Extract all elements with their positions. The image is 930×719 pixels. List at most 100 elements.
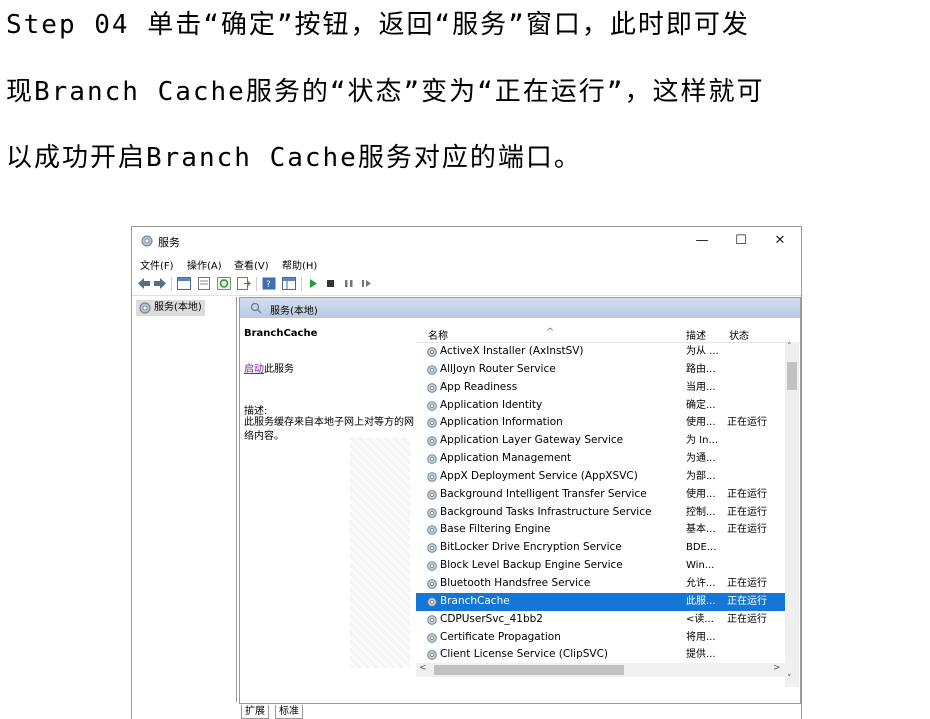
search-icon xyxy=(250,302,262,314)
services-gear-icon xyxy=(139,302,151,314)
service-row[interactable]: BitLocker Drive Encryption Service BDE... xyxy=(416,539,786,557)
scroll-right-icon[interactable]: > xyxy=(773,663,781,673)
forward-arrow-icon[interactable] xyxy=(153,277,167,290)
menu-action[interactable]: 操作(A) xyxy=(187,257,222,272)
service-description: Win... xyxy=(686,560,715,572)
service-status: 正在运行 xyxy=(727,417,767,429)
scroll-up-icon[interactable]: ˄ xyxy=(787,342,792,352)
toolbar: ? xyxy=(132,273,801,296)
show-hide-tree-icon[interactable] xyxy=(177,277,191,290)
service-name: ActiveX Installer (AxInstSV) xyxy=(440,345,584,357)
service-row[interactable]: Base Filtering Engine 基本... 正在运行 xyxy=(416,521,786,539)
column-header-name[interactable]: 名称 xyxy=(428,327,448,342)
tab-extended[interactable]: 扩展 xyxy=(241,705,269,719)
service-description: <读... xyxy=(686,613,714,625)
service-gear-icon xyxy=(427,436,437,446)
console-view-icon[interactable] xyxy=(282,277,296,290)
service-status: 正在运行 xyxy=(727,577,767,589)
service-row[interactable]: AllJoyn Router Service 路由... xyxy=(416,361,786,379)
start-service-suffix: 此服务 xyxy=(264,364,294,375)
service-description: 为通... xyxy=(686,453,716,465)
menu-view[interactable]: 查看(V) xyxy=(234,257,269,272)
start-service-icon[interactable] xyxy=(306,277,320,290)
service-row[interactable]: CDPUserSvc_41bb2 <读... 正在运行 xyxy=(416,611,786,629)
tab-standard[interactable]: 标准 xyxy=(275,705,303,719)
service-row[interactable]: Application Layer Gateway Service 为 In... xyxy=(416,432,786,450)
service-gear-icon xyxy=(427,382,437,393)
column-header-description[interactable]: 描述 xyxy=(686,327,706,342)
service-row[interactable]: Application Management 为通... xyxy=(416,450,786,468)
scroll-left-icon[interactable]: < xyxy=(419,663,427,673)
export-list-icon[interactable] xyxy=(237,277,251,290)
service-description: 为从 ... xyxy=(686,346,719,357)
service-row[interactable]: ActiveX Installer (AxInstSV) 为从 ... xyxy=(416,343,786,361)
service-row[interactable]: Certificate Propagation 将用... xyxy=(416,629,786,647)
restart-service-icon[interactable] xyxy=(360,277,374,290)
service-row[interactable]: Block Level Backup Engine Service Win... xyxy=(416,557,786,575)
start-service-link[interactable]: 启动 xyxy=(244,364,264,375)
title-bar[interactable]: 服务 — ☐ ✕ xyxy=(132,227,801,255)
toolbar-separator xyxy=(256,277,257,291)
service-description: 为部... xyxy=(686,470,716,482)
minimize-button[interactable]: — xyxy=(687,231,717,251)
details-panel: BranchCache 启动此服务 描述: 此服务缓存来自本地子网上对等方的网络… xyxy=(240,318,415,703)
service-gear-icon xyxy=(427,454,437,464)
service-gear-icon xyxy=(427,650,437,661)
service-name: Application Identity xyxy=(440,398,543,411)
service-status: 正在运行 xyxy=(727,524,767,536)
instruction-text: Step 04 单击“确定”按钮，返回“服务”窗口，此时即可发 现Branch … xyxy=(6,0,928,198)
menu-help[interactable]: 帮助(H) xyxy=(282,257,317,272)
service-name: AppX Deployment Service (AppXSVC) xyxy=(440,469,638,482)
service-description: 提供... xyxy=(686,649,716,661)
maximize-button[interactable]: ☐ xyxy=(726,231,756,251)
back-arrow-icon[interactable] xyxy=(137,277,151,290)
service-name: AllJoyn Router Service xyxy=(440,362,556,375)
service-row[interactable]: Background Tasks Infrastructure Service 控… xyxy=(416,504,786,522)
help-icon[interactable]: ? xyxy=(262,277,276,290)
column-header-status[interactable]: 状态 xyxy=(729,327,749,342)
stop-service-icon[interactable] xyxy=(324,277,338,290)
scroll-down-icon[interactable]: ˅ xyxy=(787,674,792,684)
blurred-area xyxy=(350,438,410,668)
service-row[interactable]: Application Information 使用... 正在运行 xyxy=(416,414,786,432)
properties-icon[interactable] xyxy=(197,277,211,290)
pane-header: 服务(本地) xyxy=(240,298,800,318)
pane-header-title: 服务(本地) xyxy=(270,306,318,317)
horizontal-scrollbar[interactable]: < > xyxy=(416,663,785,677)
service-description: 确定... xyxy=(686,399,716,411)
service-row[interactable]: BranchCache 此服... 正在运行 xyxy=(416,592,786,611)
toolbar-separator xyxy=(301,277,302,291)
service-gear-icon xyxy=(427,400,437,411)
column-header-row: ^ 名称 描述 状态 xyxy=(416,318,800,343)
horizontal-scroll-thumb[interactable] xyxy=(434,665,624,675)
service-name: BitLocker Drive Encryption Service xyxy=(440,541,622,554)
service-status: 正在运行 xyxy=(727,488,767,500)
vertical-scroll-thumb[interactable] xyxy=(787,362,797,390)
service-description: 为 In... xyxy=(686,435,719,447)
service-name: Application Management xyxy=(440,452,572,465)
service-row[interactable]: Application Identity 确定... xyxy=(416,397,786,415)
menu-file[interactable]: 文件(F) xyxy=(140,257,174,272)
service-row[interactable]: AppX Deployment Service (AppXSVC) 为部... xyxy=(416,468,786,486)
selected-service-name: BranchCache xyxy=(244,328,318,339)
service-name: Base Filtering Engine xyxy=(440,523,551,536)
service-gear-icon xyxy=(427,561,437,571)
pause-service-icon[interactable] xyxy=(342,277,356,290)
service-name: Bluetooth Handsfree Service xyxy=(440,576,591,589)
service-row[interactable]: App Readiness 当用... xyxy=(416,379,786,397)
service-row[interactable]: Client License Service (ClipSVC) 提供... xyxy=(416,646,786,664)
service-gear-icon xyxy=(427,347,437,357)
refresh-icon[interactable] xyxy=(217,277,231,290)
start-service-line: 启动此服务 xyxy=(244,360,294,375)
service-row[interactable]: Bluetooth Handsfree Service 允许... 正在运行 xyxy=(416,575,786,593)
toolbar-separator xyxy=(171,277,172,291)
service-gear-icon xyxy=(427,543,437,554)
service-name: Background Intelligent Transfer Service xyxy=(440,487,647,500)
service-description: 此服... xyxy=(686,595,716,607)
service-name: CDPUserSvc_41bb2 xyxy=(440,612,543,625)
service-row[interactable]: Background Intelligent Transfer Service 使… xyxy=(416,486,786,504)
vertical-scrollbar[interactable]: ˄ ˅ xyxy=(785,342,799,687)
service-description: 当用... xyxy=(686,381,716,393)
close-button[interactable]: ✕ xyxy=(765,231,795,251)
tree-node-services-local[interactable]: 服务(本地) xyxy=(136,300,205,316)
